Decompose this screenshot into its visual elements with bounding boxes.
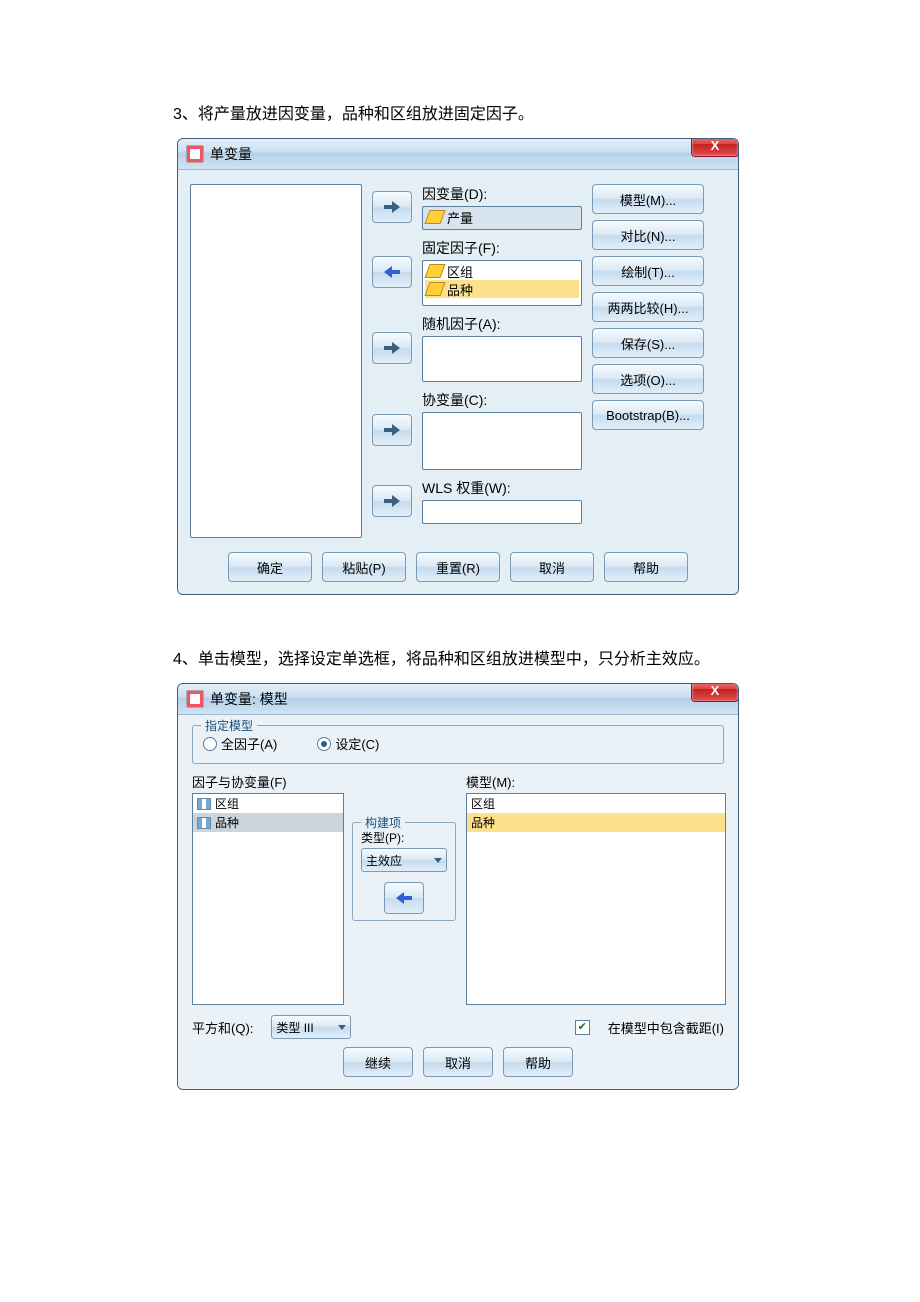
dialog-model: 单变量: 模型 X 指定模型 全因子(A) 设定(C) 因子与协变量(F) 区组… <box>177 683 739 1090</box>
ss-combo[interactable]: 类型 III <box>271 1015 351 1039</box>
dialog-univariate: 单变量 X 因变量(D): 产量 固定因子(F): <box>177 138 739 595</box>
paste-button[interactable]: 粘贴(P) <box>322 552 406 582</box>
model-term: 区组 <box>471 795 495 812</box>
posthoc-button[interactable]: 两两比较(H)... <box>592 292 704 322</box>
covariate-list[interactable] <box>422 412 582 470</box>
model-button[interactable]: 模型(M)... <box>592 184 704 214</box>
factors-label: 因子与协变量(F) <box>192 772 342 791</box>
scale-icon <box>424 282 445 296</box>
scale-icon <box>424 210 445 224</box>
ss-label: 平方和(Q): <box>192 1018 253 1037</box>
reset-button[interactable]: 重置(R) <box>416 552 500 582</box>
ff-label: 固定因子(F): <box>422 238 582 258</box>
step4-text: 4、单击模型，选择设定单选框，将品种和区组放进模型中，只分析主效应。 <box>173 645 920 669</box>
options-button[interactable]: 选项(O)... <box>592 364 704 394</box>
fixed-factor-list[interactable]: 区组 品种 <box>422 260 582 306</box>
ff-item2: 品种 <box>447 280 473 299</box>
factor-icon <box>197 798 211 810</box>
model-terms-label: 模型(M): <box>466 772 724 791</box>
window-title: 单变量 <box>210 144 252 164</box>
build-legend: 构建项 <box>361 814 405 831</box>
contrast-button[interactable]: 对比(N)... <box>592 220 704 250</box>
source-variable-list[interactable] <box>190 184 362 538</box>
cov-label: 协变量(C): <box>422 390 582 410</box>
help-button[interactable]: 帮助 <box>503 1047 573 1077</box>
window-title: 单变量: 模型 <box>210 689 288 709</box>
factor-item: 品种 <box>215 814 239 831</box>
cancel-button[interactable]: 取消 <box>423 1047 493 1077</box>
build-terms-group: 构建项 类型(P): 主效应 <box>352 822 456 921</box>
specify-model-group: 指定模型 全因子(A) 设定(C) <box>192 725 724 764</box>
save-button[interactable]: 保存(S)... <box>592 328 704 358</box>
radio-full-factorial[interactable]: 全因子(A) <box>203 734 277 753</box>
type-label: 类型(P): <box>361 829 447 846</box>
intercept-label: 在模型中包含截距(I) <box>608 1018 724 1037</box>
random-factor-list[interactable] <box>422 336 582 382</box>
move-rf-button[interactable] <box>372 332 412 364</box>
app-icon <box>186 145 204 163</box>
move-dv-button[interactable] <box>372 191 412 223</box>
factor-item: 区组 <box>215 795 239 812</box>
dv-label: 因变量(D): <box>422 184 582 204</box>
move-cov-button[interactable] <box>372 414 412 446</box>
model-term: 品种 <box>471 814 495 831</box>
intercept-checkbox[interactable] <box>575 1020 590 1035</box>
close-icon[interactable]: X <box>691 138 739 157</box>
radio-custom[interactable]: 设定(C) <box>317 734 379 753</box>
step3-text: 3、将产量放进因变量，品种和区组放进固定因子。 <box>173 100 920 124</box>
close-icon[interactable]: X <box>691 683 739 702</box>
rf-label: 随机因子(A): <box>422 314 582 334</box>
titlebar: 单变量 X <box>178 139 738 170</box>
chevron-down-icon <box>434 858 442 863</box>
type-combo[interactable]: 主效应 <box>361 848 447 872</box>
factors-list[interactable]: 区组 品种 <box>192 793 344 1005</box>
factor-icon <box>197 817 211 829</box>
ok-button[interactable]: 确定 <box>228 552 312 582</box>
ff-item1: 区组 <box>447 262 473 281</box>
bootstrap-button[interactable]: Bootstrap(B)... <box>592 400 704 430</box>
wls-label: WLS 权重(W): <box>422 478 582 498</box>
add-term-button[interactable] <box>384 882 424 914</box>
app-icon <box>186 690 204 708</box>
model-terms-list[interactable]: 区组 品种 <box>466 793 726 1005</box>
plot-button[interactable]: 绘制(T)... <box>592 256 704 286</box>
titlebar: 单变量: 模型 X <box>178 684 738 715</box>
move-ff-button[interactable] <box>372 256 412 288</box>
cancel-button[interactable]: 取消 <box>510 552 594 582</box>
dv-field[interactable]: 产量 <box>422 206 582 230</box>
scale-icon <box>424 264 445 278</box>
continue-button[interactable]: 继续 <box>343 1047 413 1077</box>
help-button[interactable]: 帮助 <box>604 552 688 582</box>
specify-legend: 指定模型 <box>201 717 257 734</box>
wls-field[interactable] <box>422 500 582 524</box>
chevron-down-icon <box>338 1025 346 1030</box>
dv-item: 产量 <box>447 208 473 227</box>
move-wls-button[interactable] <box>372 485 412 517</box>
